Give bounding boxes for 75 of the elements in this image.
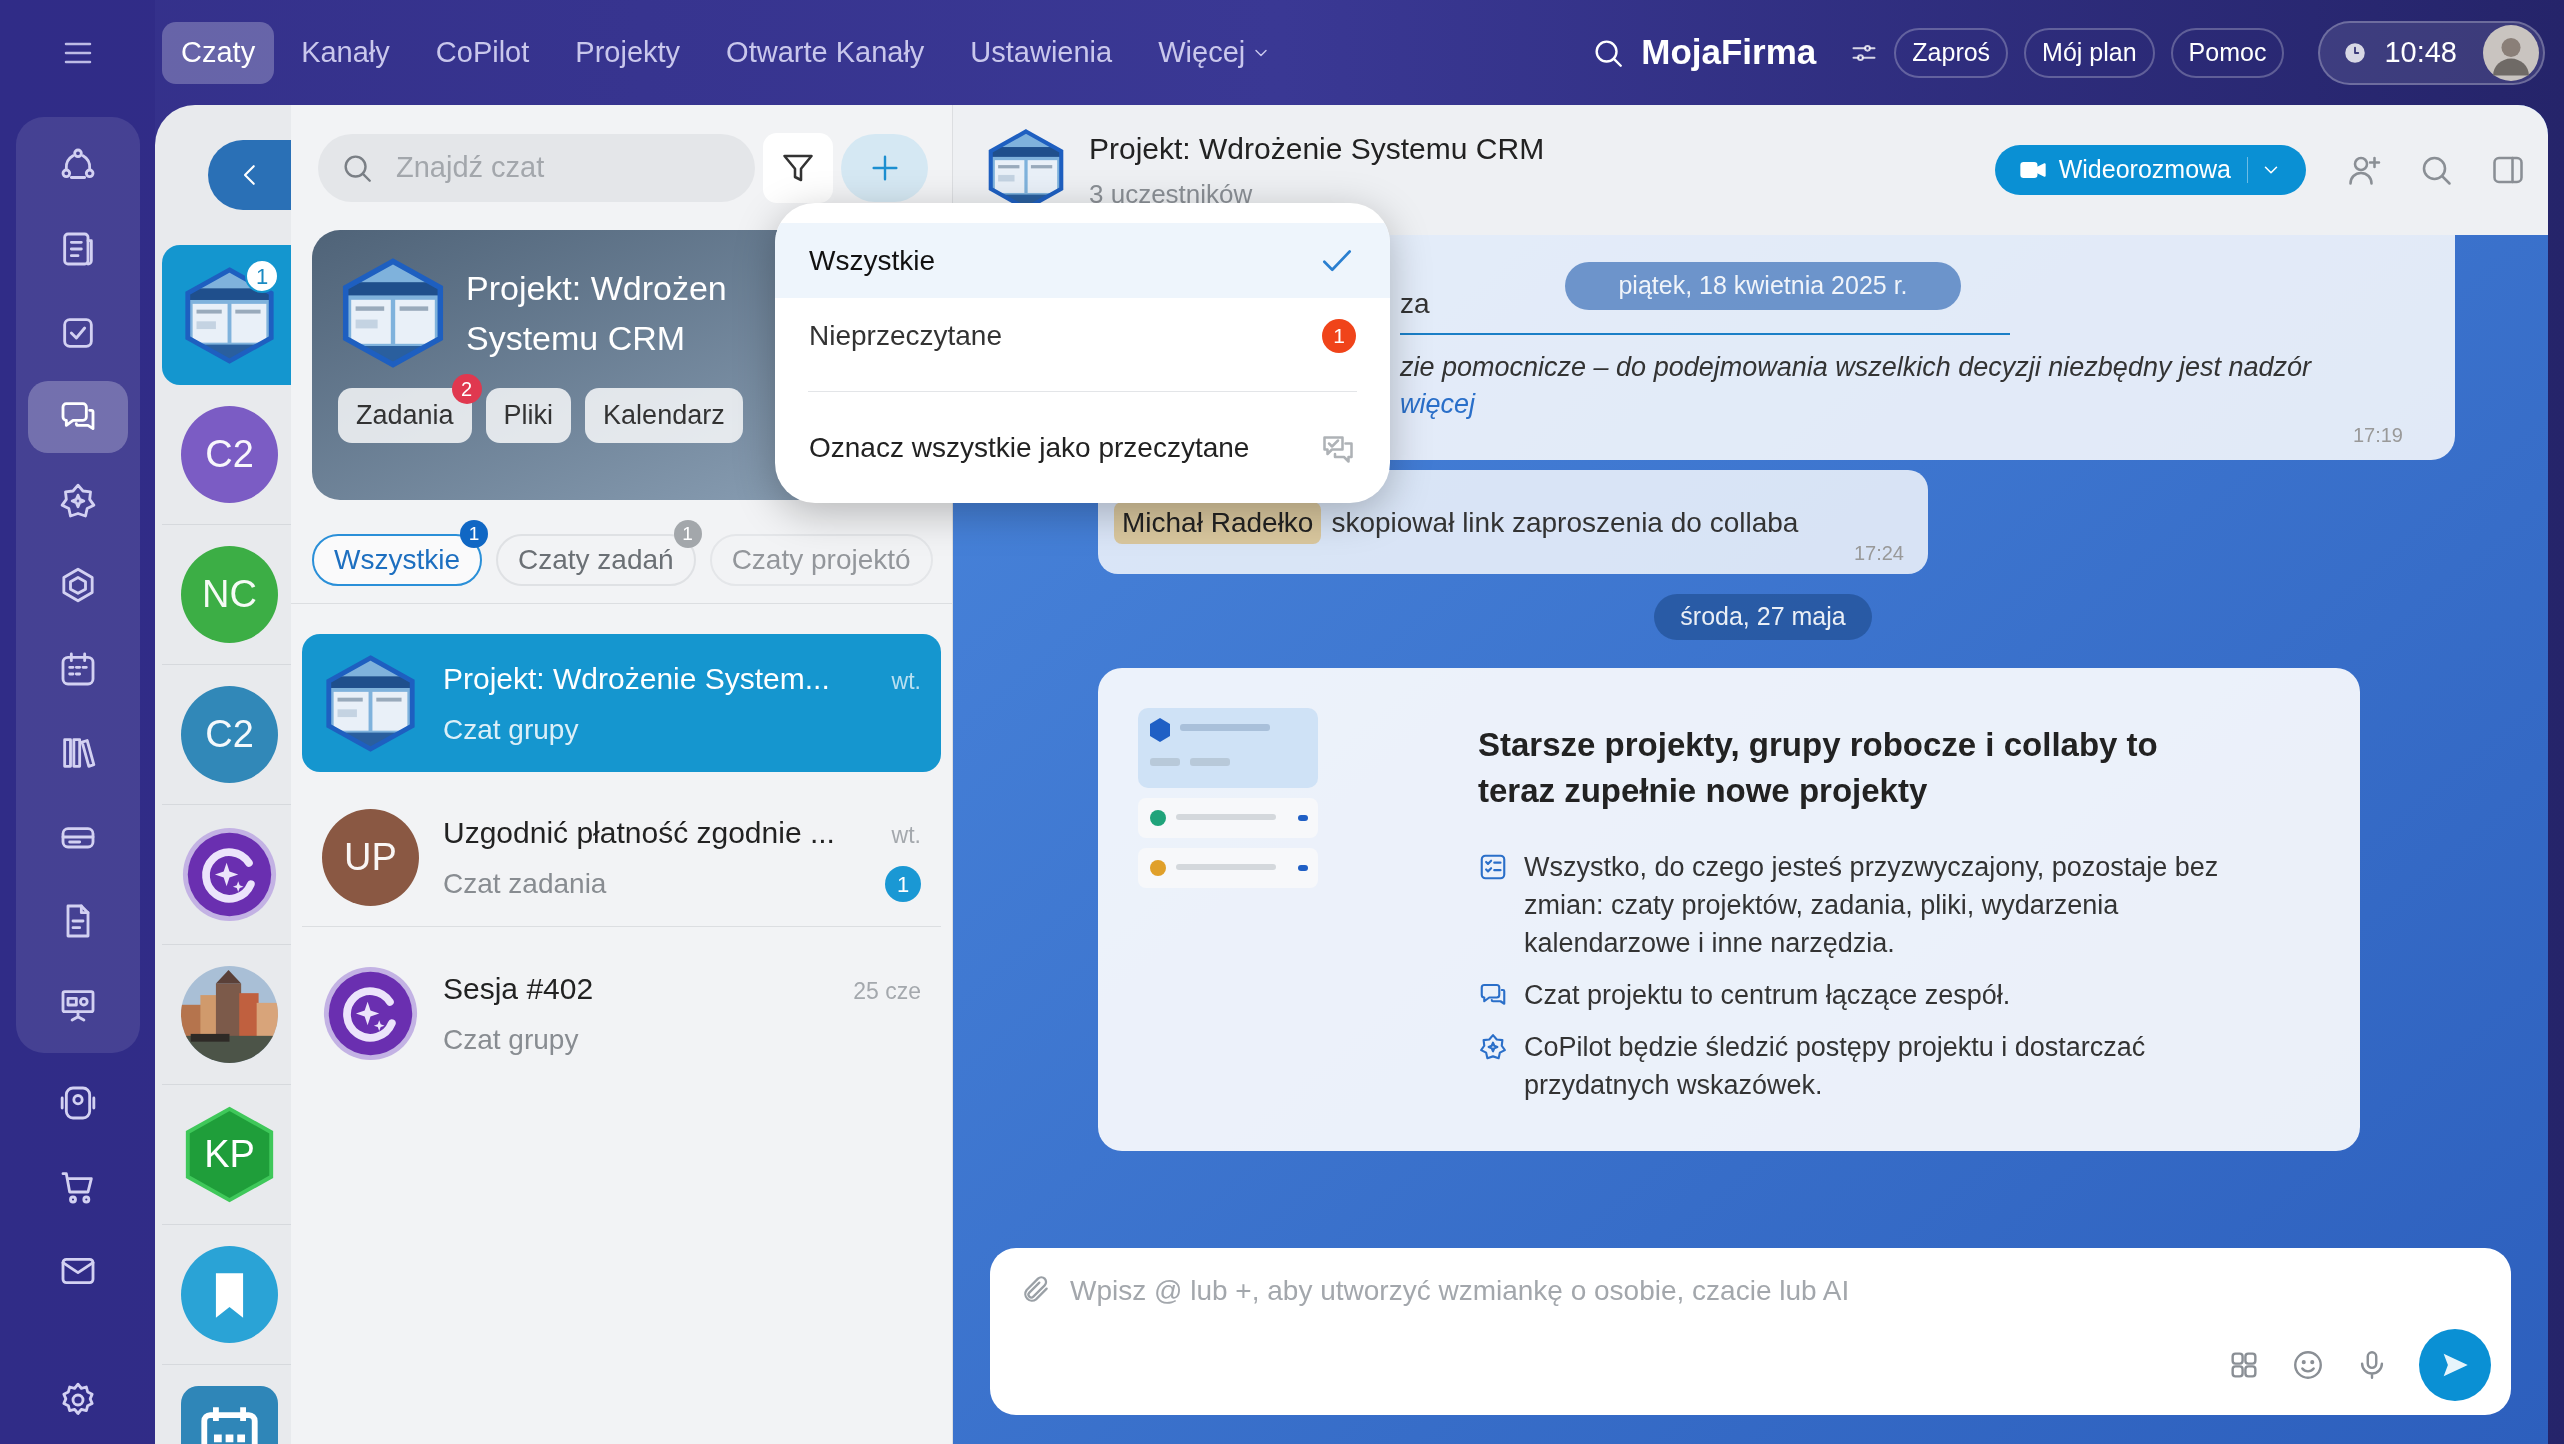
search-field[interactable]: Znajdź czat bbox=[318, 133, 755, 202]
nav-tab[interactable]: Projekty bbox=[556, 21, 700, 84]
message-input[interactable]: Wpisz @ lub +, aby utworzyć wzmiankę o osobie, czacie lub AI bbox=[1070, 1266, 2170, 1316]
nav-tab[interactable]: CoPilot bbox=[416, 21, 549, 84]
card-button[interactable]: Kalendarz bbox=[585, 388, 743, 443]
sparkle-icon bbox=[1478, 1032, 1508, 1062]
user-mention[interactable]: Michał Radełko bbox=[1114, 502, 1322, 544]
header-button[interactable]: Zaproś bbox=[1894, 27, 2009, 78]
user-avatar-icon[interactable] bbox=[2483, 24, 2539, 81]
unread-badge: 1 bbox=[245, 259, 279, 293]
info-title: teraz zupełnie nowe projekty bbox=[1478, 771, 1929, 811]
participants-count: 3 uczestników bbox=[1089, 178, 1254, 211]
chat-title: Projekt: Wdrożenie Systemu CRM bbox=[1089, 131, 1545, 167]
chat-item[interactable]: Sesja #402 25 cze Czat grupy bbox=[302, 944, 941, 1082]
video-call-button[interactable]: Wideorozmowa bbox=[1994, 145, 2306, 195]
chat-subtitle: Czat zadania bbox=[443, 867, 607, 901]
nav-tab[interactable]: Kanały bbox=[282, 21, 409, 84]
chat-title: Projekt: Wdrożenie System... bbox=[443, 660, 830, 697]
clock-time: 10:48 bbox=[2384, 34, 2457, 70]
emoji-icon[interactable] bbox=[2291, 1348, 2325, 1382]
unread-badge: 1 bbox=[885, 866, 921, 902]
nav-tab[interactable]: Więcej bbox=[1139, 21, 1291, 84]
menu-option[interactable]: Nieprzeczytane 1 bbox=[775, 298, 1390, 373]
nav-tab[interactable]: Ustawienia bbox=[951, 21, 1132, 84]
count-badge: 1 bbox=[1322, 318, 1356, 353]
chat-item[interactable]: UP Uzgodnić płatność zgodnie ... wt. Czat zadania 1 bbox=[302, 789, 941, 927]
chat-subtitle: Czat grupy bbox=[443, 1022, 579, 1057]
chat-item[interactable]: Projekt: Wdrożenie System... wt. Czat grupy bbox=[302, 634, 941, 772]
chat-title: Sesja #402 bbox=[443, 970, 594, 1007]
message-time: 17:24 bbox=[1853, 541, 1904, 566]
more-link[interactable]: więcej bbox=[1400, 389, 1476, 419]
initials-avatar: NC bbox=[181, 546, 278, 643]
header-button[interactable]: Pomoc bbox=[2170, 27, 2285, 78]
company-name: MojaFirma bbox=[1641, 31, 1817, 74]
message-text: zie pomocnicze – do podejmowania wszelkich decyzji niezbędny jest nadzór więcej bbox=[1400, 351, 2313, 421]
date-label: piątek, 18 kwietnia 2025 r. bbox=[1565, 262, 1961, 310]
nav-tab[interactable]: Czaty bbox=[162, 21, 275, 84]
project-title: Systemu CRM bbox=[466, 318, 687, 359]
sparkle-avatar-icon bbox=[181, 826, 278, 923]
back-button[interactable] bbox=[208, 140, 291, 210]
info-text: Czat projektu to centrum łączące zespół. bbox=[1524, 979, 2012, 1012]
menu-option[interactable]: Wszystkie bbox=[775, 223, 1390, 298]
initials-avatar: C2 bbox=[181, 406, 278, 503]
message-time: 17:19 bbox=[2352, 423, 2403, 448]
info-text: Wszystko, do czego jesteś przyzwyczajony, pozostaje bez zmian: czaty projektów, zadania, pliki, wydarzenia kalendarzowe i inne narzędzia. bbox=[1524, 851, 2220, 960]
recent-chat-item[interactable]: 1 bbox=[162, 245, 291, 385]
recent-chat-item[interactable]: KP bbox=[162, 1085, 291, 1225]
info-title: Starsze projekty, grupy robocze i collaby to bbox=[1478, 725, 2159, 765]
count-badge: 1 bbox=[673, 520, 702, 548]
clock-pill[interactable]: 10:48 bbox=[2318, 20, 2545, 85]
avatar-initials: KP bbox=[203, 1132, 256, 1177]
nav-tab[interactable]: Otwarte Kanały bbox=[707, 21, 944, 84]
header-button[interactable]: Mój plan bbox=[2024, 27, 2155, 78]
chat-title: Uzgodnić płatność zgodnie ... bbox=[443, 815, 835, 851]
card-button[interactable]: Pliki bbox=[485, 388, 572, 443]
recent-chat-item[interactable]: C2 bbox=[162, 665, 291, 805]
message-composer[interactable]: Wpisz @ lub +, aby utworzyć wzmiankę o osobie, czacie lub AI bbox=[990, 1248, 2511, 1415]
date-label: środa, 27 maja bbox=[1654, 594, 1872, 640]
count-badge: 1 bbox=[460, 520, 488, 548]
chat-subtitle: Czat grupy bbox=[443, 712, 579, 747]
checklist-icon bbox=[1478, 852, 1508, 882]
chat-time: wt. bbox=[891, 666, 921, 696]
initials-avatar: C2 bbox=[181, 686, 278, 783]
chat-time: wt. bbox=[891, 821, 921, 850]
info-text: CoPilot będzie śledzić postępy projektu i dostarczać przydatnych wskazówek. bbox=[1524, 1031, 2147, 1102]
filter-button[interactable] bbox=[763, 132, 833, 203]
message-text: skopiował link zaproszenia do collaba bbox=[1331, 506, 1799, 540]
initials-avatar: UP bbox=[322, 809, 419, 906]
count-badge: 2 bbox=[451, 374, 482, 404]
project-title: Projekt: Wdrożen bbox=[466, 268, 727, 309]
bookmark-avatar-icon bbox=[181, 1246, 278, 1343]
nav-button[interactable] bbox=[27, 381, 128, 453]
sparkle-avatar-icon bbox=[322, 964, 419, 1062]
recent-chat-item[interactable]: C2 bbox=[162, 385, 291, 525]
chat-time: 25 cze bbox=[853, 976, 921, 1006]
